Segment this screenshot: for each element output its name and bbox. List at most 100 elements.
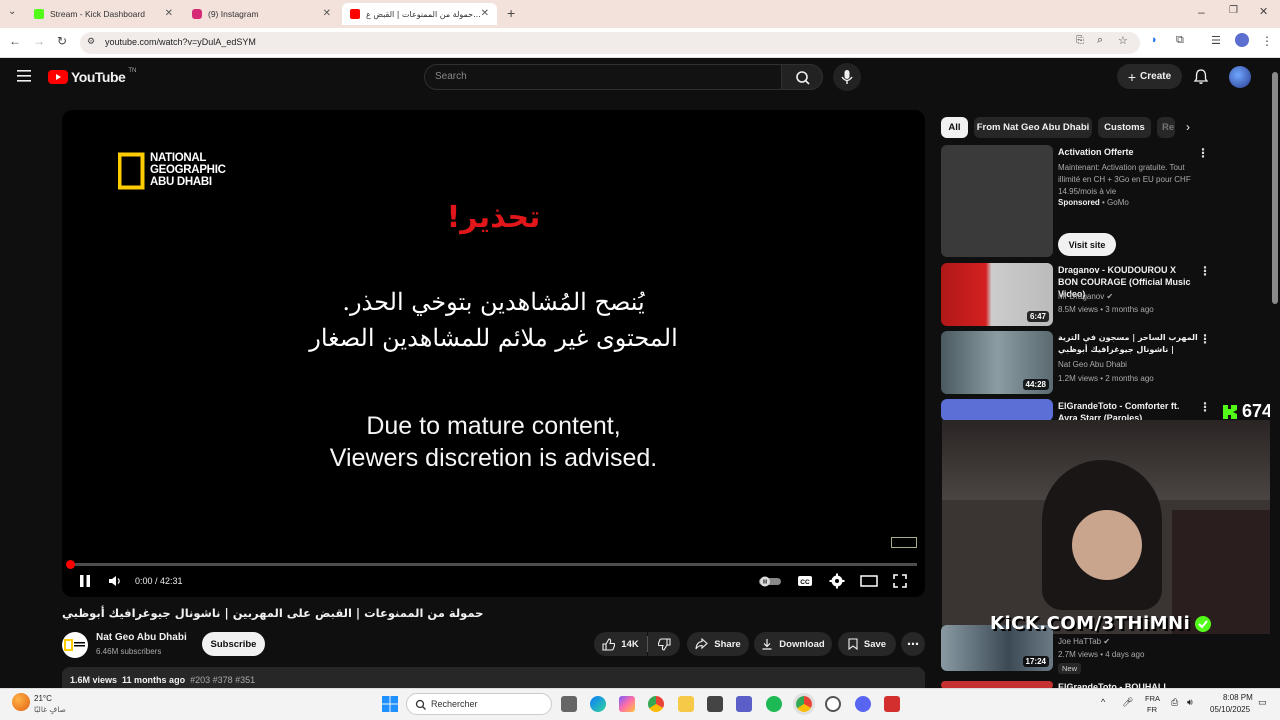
volume-button[interactable] xyxy=(108,575,122,587)
keyboard-layout[interactable]: FR xyxy=(1147,705,1157,714)
like-button[interactable]: 14K xyxy=(594,632,647,656)
page-scrollbar-thumb[interactable] xyxy=(1272,72,1278,304)
chip-partial[interactable]: Re xyxy=(1157,117,1175,138)
video-more-icon[interactable]: ⋮ xyxy=(1199,332,1211,346)
youtube-logo[interactable]: YouTube TN xyxy=(48,68,136,85)
theater-mode-button[interactable] xyxy=(860,575,878,587)
chrome-icon[interactable] xyxy=(648,696,664,712)
install-app-icon[interactable]: ⎘ xyxy=(1076,35,1084,46)
file-explorer-icon[interactable] xyxy=(678,696,694,712)
pause-button[interactable] xyxy=(78,574,92,588)
ad-thumbnail[interactable] xyxy=(941,145,1053,257)
chip-from-nat-geo[interactable]: From Nat Geo Abu Dhabi xyxy=(974,117,1092,138)
notifications-tray-icon[interactable]: ▭ xyxy=(1258,697,1267,708)
video-thumbnail[interactable] xyxy=(941,399,1053,421)
search-input[interactable]: Search xyxy=(424,64,782,90)
back-icon[interactable]: ← xyxy=(9,34,21,48)
video-thumbnail[interactable]: 6:47 xyxy=(941,263,1053,326)
edge-browser-icon[interactable] xyxy=(590,696,606,712)
more-actions-button[interactable]: ⋯ xyxy=(901,632,925,656)
hashtags[interactable]: #203 #378 #351 xyxy=(190,675,255,685)
volume-tray-icon[interactable]: 🔊︎ xyxy=(1187,697,1193,708)
network-icon[interactable]: ⎙ xyxy=(1171,697,1178,708)
more-menu-icon[interactable]: ⋮ xyxy=(1261,34,1273,48)
account-avatar[interactable] xyxy=(1229,66,1251,88)
extensions-puzzle-icon[interactable]: ⧉ xyxy=(1176,34,1184,47)
save-button[interactable]: Save xyxy=(838,632,896,656)
video-channel[interactable]: Nat Geo Abu Dhabi xyxy=(1058,360,1127,369)
video-more-icon[interactable]: ⋮ xyxy=(1199,264,1211,278)
new-tab-icon[interactable]: + xyxy=(507,5,515,21)
tab-instagram[interactable]: (9) Instagram ✕ xyxy=(184,3,339,25)
obs-icon[interactable] xyxy=(825,696,841,712)
tab-list-icon[interactable]: ⌄ xyxy=(8,6,16,17)
progress-bar[interactable] xyxy=(70,563,917,566)
ad-more-icon[interactable]: ⋮ xyxy=(1197,146,1209,160)
weather-icon[interactable] xyxy=(12,693,30,711)
reading-list-icon[interactable]: ☰ xyxy=(1211,34,1221,47)
chip-customs[interactable]: Customs xyxy=(1098,117,1151,138)
verified-icon: ✔ xyxy=(1106,292,1114,301)
ad-description: Maintenant: Activation gratuite. Tout il… xyxy=(1058,163,1191,196)
red-app-icon[interactable] xyxy=(884,696,900,712)
plus-icon: + xyxy=(1127,68,1137,85)
create-button[interactable]: + Create xyxy=(1117,64,1182,89)
chip-all[interactable]: All xyxy=(941,117,968,138)
video-channel[interactable]: Mr Draganov ✔ xyxy=(1058,292,1113,301)
taskbar-search[interactable]: Rechercher xyxy=(406,693,552,715)
fullscreen-button[interactable] xyxy=(893,574,907,588)
download-button[interactable]: Download xyxy=(754,632,832,656)
close-tab-icon[interactable]: ✕ xyxy=(323,8,331,19)
spotify-icon[interactable] xyxy=(766,696,782,712)
input-language[interactable]: FRA xyxy=(1145,694,1160,703)
extension-audio-icon[interactable]: ◗ xyxy=(1151,34,1158,46)
voice-search-button[interactable] xyxy=(833,63,861,91)
copilot-icon[interactable] xyxy=(619,696,635,712)
video-more-icon[interactable]: ⋮ xyxy=(1199,400,1211,414)
video-thumbnail[interactable]: 44:28 xyxy=(941,331,1053,394)
restore-icon[interactable]: ❐ xyxy=(1229,5,1238,16)
video-title[interactable]: المهرب الساحر | مسجون في الترية | ناشونا… xyxy=(1058,332,1198,356)
dislike-button[interactable] xyxy=(648,632,680,656)
tray-overflow-chevron-icon[interactable]: ^ xyxy=(1101,697,1105,707)
instagram-favicon-icon xyxy=(192,9,202,19)
windows-start-icon[interactable] xyxy=(382,696,398,712)
discord-icon[interactable] xyxy=(855,696,871,712)
share-button[interactable]: Share xyxy=(687,632,749,656)
visit-site-button[interactable]: Visit site xyxy=(1058,233,1116,256)
autoplay-toggle[interactable] xyxy=(759,575,783,587)
video-title[interactable]: ElGrandeToto - Comforter ft. Ayra Starr … xyxy=(1058,400,1198,420)
settings-button[interactable] xyxy=(829,573,845,589)
clock-time[interactable]: 8:08 PM xyxy=(1223,693,1253,702)
close-window-icon[interactable]: ✕ xyxy=(1259,5,1268,18)
captions-button[interactable]: CC xyxy=(797,574,813,588)
zoom-icon[interactable]: ⌕ xyxy=(1097,34,1103,47)
teams-icon[interactable] xyxy=(736,696,752,712)
close-tab-icon[interactable]: ✕ xyxy=(165,8,173,19)
tab-kick-dashboard[interactable]: Stream - Kick Dashboard ✕ xyxy=(26,3,181,25)
profile-avatar-icon[interactable] xyxy=(1235,33,1249,47)
video-player[interactable]: NATIONAL GEOGRAPHIC ABU DHABI تحذير! يُن… xyxy=(62,110,925,597)
task-view-icon[interactable] xyxy=(561,696,577,712)
bookmark-star-icon[interactable]: ☆ xyxy=(1118,34,1128,47)
chips-next-chevron-icon[interactable]: › xyxy=(1186,120,1190,134)
channel-name[interactable]: Nat Geo Abu Dhabi xyxy=(96,632,187,643)
search-button[interactable] xyxy=(781,64,823,90)
site-info-icon[interactable]: ⚙ xyxy=(87,36,95,47)
close-tab-icon[interactable]: ✕ xyxy=(481,8,489,19)
tab-youtube-video[interactable]: حمولة من الممنوعات | القبض ع... ✕ xyxy=(342,3,497,25)
microsoft-store-icon[interactable] xyxy=(707,696,723,712)
notifications-bell-icon[interactable] xyxy=(1193,68,1209,85)
tray-mic-icon[interactable]: 🎤︎ xyxy=(1122,697,1133,708)
ad-title[interactable]: Activation Offerte xyxy=(1058,146,1198,158)
clock-date[interactable]: 05/10/2025 xyxy=(1210,705,1250,714)
hamburger-menu-icon[interactable] xyxy=(17,70,31,82)
video-channel[interactable]: Joe HaTTab ✔ xyxy=(1058,637,1110,646)
progress-scrubber[interactable] xyxy=(66,560,75,569)
forward-icon[interactable]: → xyxy=(33,34,45,48)
channel-avatar[interactable] xyxy=(62,632,88,658)
subscribe-button[interactable]: Subscribe xyxy=(202,632,265,656)
minimize-icon[interactable]: – xyxy=(1198,5,1205,19)
reload-icon[interactable]: ↻ xyxy=(57,34,67,48)
chrome-active-icon[interactable] xyxy=(793,693,815,715)
